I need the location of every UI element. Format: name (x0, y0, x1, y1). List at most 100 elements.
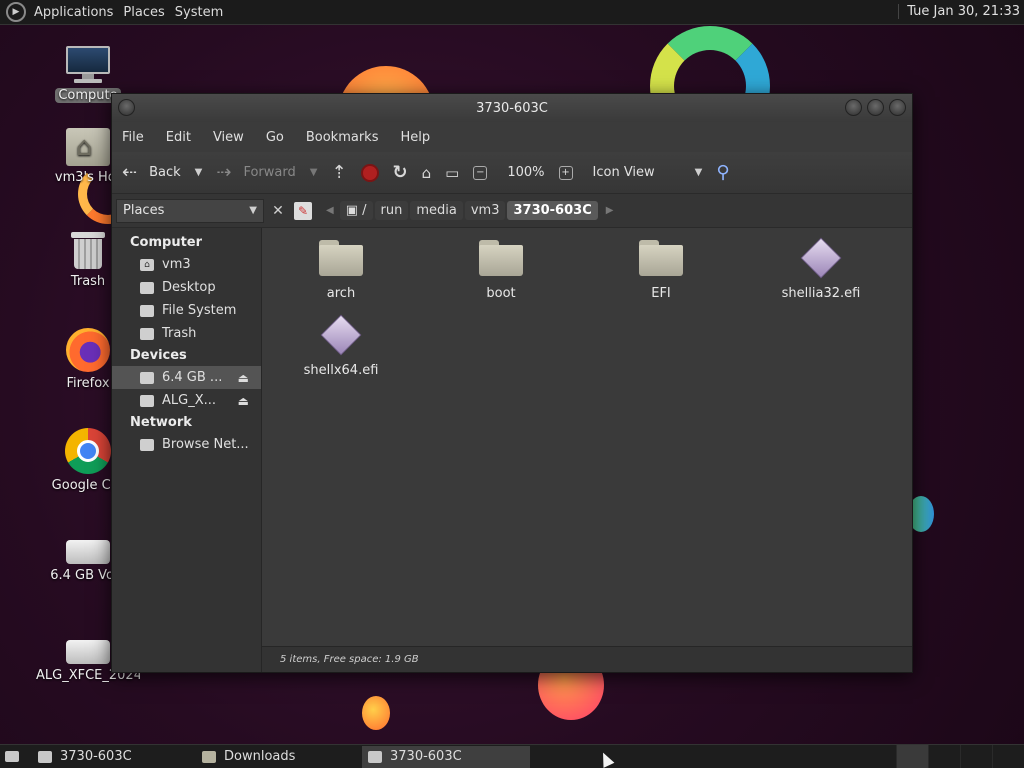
workspace-4[interactable] (992, 745, 1024, 768)
breadcrumb-right-icon[interactable]: ▶ (606, 205, 614, 216)
sidebar-item-trash[interactable]: Trash (112, 322, 261, 345)
sidebar-header-network: Network (130, 415, 192, 430)
folder-icon (479, 240, 523, 276)
sidebar-item-vm3[interactable]: ⌂ vm3 (112, 253, 261, 276)
reload-icon: ↻ (392, 162, 408, 183)
sidepane-label: Places (123, 203, 165, 218)
edit-location-icon[interactable]: ✎ (294, 201, 312, 220)
sidebar-item-alg-xfce[interactable]: ALG_X... ⏏ (112, 389, 261, 412)
eject-icon[interactable]: ⏏ (238, 394, 249, 408)
window-content: Computer ⌂ vm3 Desktop File System Trash … (112, 228, 912, 672)
home-icon: ⌂ (421, 163, 432, 182)
stop-icon (360, 163, 379, 182)
minimize-button[interactable] (845, 99, 862, 116)
search-button[interactable]: ⚲ (716, 162, 729, 183)
back-button[interactable]: ⇠ Back ▼ (122, 162, 202, 183)
icon-view: arch boot EFI shellia32.efi shellx64.efi (262, 228, 912, 672)
breadcrumb-run[interactable]: run (374, 201, 409, 220)
sidebar-item-browse-network[interactable]: Browse Net... (112, 433, 261, 456)
drive-icon (66, 640, 110, 664)
up-button[interactable]: ⇡ (331, 162, 346, 183)
wallpaper-shape (362, 696, 390, 730)
show-desktop-button[interactable] (0, 746, 24, 768)
home-button[interactable]: ⌂ (422, 164, 432, 182)
sidepane-selector[interactable]: Places ▼ (116, 198, 264, 223)
chevron-down-icon[interactable]: ▼ (195, 167, 203, 178)
chevron-down-icon: ▼ (694, 167, 703, 178)
close-sidepane-button[interactable]: ✕ (268, 203, 288, 219)
menu-view[interactable]: View (213, 130, 244, 145)
window-menu-button[interactable] (118, 99, 135, 116)
top-panel: ▶ Applications Places System Tue Jan 30,… (0, 0, 1024, 25)
zoom-in-icon: + (558, 165, 573, 180)
reload-button[interactable]: ↻ (393, 162, 408, 183)
computer-icon (64, 46, 112, 84)
menubar: File Edit View Go Bookmarks Help (112, 122, 912, 152)
back-label: Back (149, 165, 181, 180)
chevron-down-icon[interactable]: ▼ (310, 167, 318, 178)
file-name: boot (486, 286, 516, 301)
zoom-out-button[interactable]: − (473, 165, 493, 180)
breadcrumb-left-icon[interactable]: ◀ (326, 205, 334, 216)
close-button[interactable] (889, 99, 906, 116)
taskbar-item[interactable]: 3730-603C (32, 746, 192, 768)
file-item-folder[interactable]: arch (281, 240, 401, 301)
view-mode-select[interactable]: Icon View ▼ (593, 165, 703, 180)
workspace-3[interactable] (960, 745, 992, 768)
status-bar: 5 items, Free space: 1.9 GB (262, 646, 912, 672)
places-sidebar: Computer ⌂ vm3 Desktop File System Trash … (112, 228, 262, 672)
maximize-button[interactable] (867, 99, 884, 116)
arrow-up-icon: ⇡ (331, 162, 347, 183)
folder-icon (202, 750, 216, 763)
drive-icon (140, 304, 154, 317)
file-manager-window: 3730-603C File Edit View Go Bookmarks He… (111, 93, 913, 673)
breadcrumb-vm3[interactable]: vm3 (464, 201, 506, 220)
file-name: shellia32.efi (781, 286, 861, 301)
menu-bookmarks[interactable]: Bookmarks (306, 130, 379, 145)
drive-icon (66, 540, 110, 564)
file-name: arch (326, 286, 356, 301)
file-item-efi[interactable]: shellx64.efi (281, 314, 401, 378)
chrome-icon (65, 428, 111, 474)
file-item-efi[interactable]: shellia32.efi (761, 237, 881, 301)
menu-go[interactable]: Go (266, 130, 284, 145)
folder-icon (639, 240, 683, 276)
window-titlebar[interactable]: 3730-603C (112, 94, 912, 122)
distro-logo-icon[interactable]: ▶ (6, 2, 26, 22)
places-menu[interactable]: Places (121, 5, 172, 20)
breadcrumb-media[interactable]: media (410, 201, 463, 220)
file-item-folder[interactable]: boot (441, 240, 561, 301)
computer-button[interactable]: ▭ (445, 164, 459, 182)
stop-button[interactable] (360, 163, 379, 182)
arrow-left-icon: ⇠ (122, 162, 138, 183)
menu-edit[interactable]: Edit (166, 130, 191, 145)
eject-icon[interactable]: ⏏ (238, 371, 249, 385)
breadcrumb: ◀ ▣ / run media vm3 3730-603C ▶ (320, 201, 619, 220)
applications-menu[interactable]: Applications (32, 5, 121, 20)
desktop-icon (140, 281, 154, 294)
sidebar-item-filesystem[interactable]: File System (112, 299, 261, 322)
menu-help[interactable]: Help (400, 130, 430, 145)
forward-button[interactable]: ⇢ Forward ▼ (216, 162, 317, 183)
workspace-1[interactable] (896, 745, 928, 768)
chevron-down-icon: ▼ (249, 205, 257, 216)
window-title: 3730-603C (476, 100, 548, 116)
sidebar-item-desktop[interactable]: Desktop (112, 276, 261, 299)
bottom-taskbar: 3730-603C Downloads 3730-603C (0, 744, 1024, 768)
sidebar-header-devices: Devices (130, 348, 187, 363)
toolbar: ⇠ Back ▼ ⇢ Forward ▼ ⇡ ↻ ⌂ ▭ − 100% + Ic… (112, 152, 912, 194)
location-bar: Places ▼ ✕ ✎ ◀ ▣ / run media vm3 3730-60… (112, 194, 912, 228)
taskbar-item-active[interactable]: 3730-603C (362, 745, 530, 768)
workspace-2[interactable] (928, 745, 960, 768)
zoom-in-button[interactable]: + (558, 165, 579, 180)
taskbar-item[interactable]: Downloads (196, 746, 358, 768)
file-item-folder[interactable]: EFI (601, 240, 721, 301)
panel-clock[interactable]: Tue Jan 30, 21:33 (898, 4, 1020, 19)
home-folder-icon (66, 128, 110, 166)
system-menu[interactable]: System (173, 5, 231, 20)
menu-file[interactable]: File (122, 130, 144, 145)
breadcrumb-current[interactable]: 3730-603C (507, 201, 598, 220)
sidebar-item-volume[interactable]: 6.4 GB ... ⏏ (112, 366, 261, 389)
view-mode-label: Icon View (592, 165, 655, 180)
breadcrumb-root[interactable]: ▣ / (339, 201, 373, 220)
